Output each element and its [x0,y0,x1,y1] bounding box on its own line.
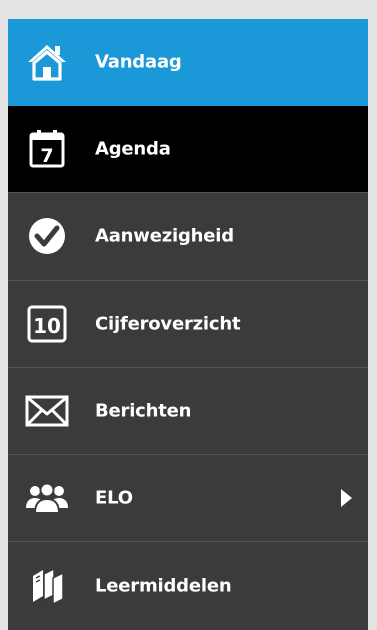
menu-item-label: Cijferoverzicht [95,313,241,335]
books-icon [25,564,69,608]
app-frame: Vandaag 7 Agenda Aanwezigheid 10 Cijfero… [0,0,377,630]
menu-item-label: Agenda [95,138,171,160]
menu-item-label: Aanwezigheid [95,225,234,247]
menu-item-aanwezigheid[interactable]: Aanwezigheid [8,193,368,281]
grade-number: 10 [33,314,61,338]
users-icon [25,476,69,520]
chevron-right-icon [339,488,353,508]
calendar-day-number: 7 [40,145,53,167]
menu-item-cijferoverzicht[interactable]: 10 Cijferoverzicht [8,281,368,368]
envelope-icon [25,389,69,433]
menu-item-agenda[interactable]: 7 Agenda [8,106,368,194]
menu-item-elo[interactable]: ELO [8,455,368,543]
menu-item-label: Berichten [95,400,192,422]
menu-item-label: Leermiddelen [95,575,232,597]
home-icon [25,40,69,84]
menu-item-vandaag[interactable]: Vandaag [8,19,368,107]
grade-icon: 10 [25,302,69,346]
menu-item-label: ELO [95,487,133,509]
menu-item-label: Vandaag [95,51,182,73]
menu-item-berichten[interactable]: Berichten [8,368,368,455]
side-menu: Vandaag 7 Agenda Aanwezigheid 10 Cijfero… [8,19,368,630]
menu-item-leermiddelen[interactable]: Leermiddelen [8,542,368,629]
checkmark-icon [25,214,69,258]
calendar-icon: 7 [25,127,69,171]
